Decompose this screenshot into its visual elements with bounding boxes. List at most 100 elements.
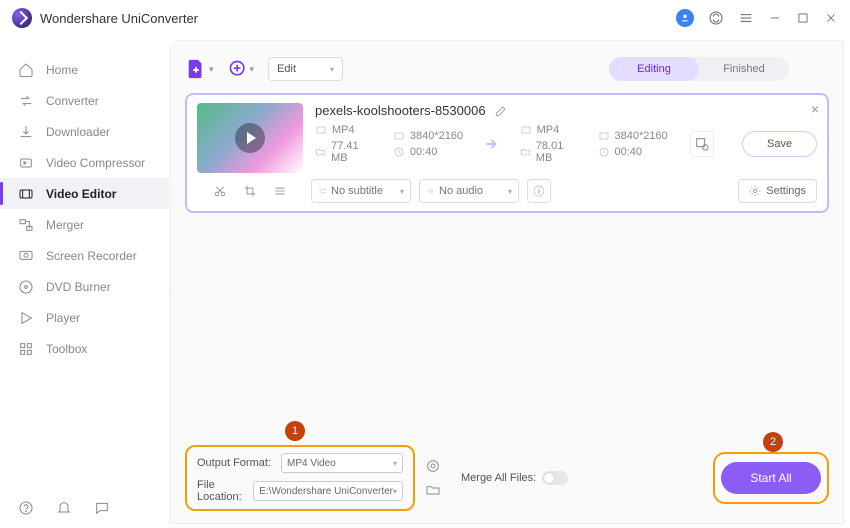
footer: 1 Output Format: MP4 Video▾ File Locatio… [185,445,829,511]
edit-dropdown-label: Edit [277,63,296,75]
dst-format: MP4 [520,124,580,136]
feedback-icon[interactable] [94,500,110,516]
sidebar: Home Converter Downloader Video Compress… [0,36,170,528]
open-folder-icon[interactable] [425,482,441,498]
folder-icon [315,146,326,158]
account-icon[interactable] [676,9,694,27]
src-size: 77.41 MB [315,140,375,164]
merge-label: Merge All Files: [461,472,536,484]
output-format-label: Output Format: [197,457,275,469]
subtitle-dropdown[interactable]: No subtitle▾ [311,179,411,203]
dst-duration: 00:40 [598,146,668,158]
chevron-down-icon: ▾ [250,64,255,75]
info-button[interactable]: ⓘ [527,179,551,203]
video-item-card: × pexels-koolshooters-8530006 MP4 77.41 … [185,93,829,213]
crop-icon[interactable] [243,184,257,198]
add-url-icon [228,59,248,79]
sidebar-item-label: Downloader [46,125,110,139]
output-format-dropdown[interactable]: MP4 Video▾ [281,453,403,473]
output-settings-group: Output Format: MP4 Video▾ File Location:… [185,445,415,511]
converter-icon [18,93,34,109]
audio-icon [426,186,436,196]
folder-icon [520,146,531,158]
save-button[interactable]: Save [742,131,817,157]
recorder-icon [18,248,34,264]
dvd-icon [18,279,34,295]
help-icon[interactable] [18,500,34,516]
rename-icon[interactable] [494,104,508,118]
tab-finished[interactable]: Finished [699,57,789,81]
sidebar-item-video-editor[interactable]: Video Editor [0,178,169,209]
merge-toggle[interactable] [542,471,568,485]
support-icon[interactable] [708,10,724,26]
sidebar-item-toolbox[interactable]: Toolbox [0,333,169,364]
src-format: MP4 [315,124,375,136]
play-icon [235,123,265,153]
subtitle-icon [318,186,328,196]
editor-icon [18,186,34,202]
main-panel: ▾ ▾ Edit▾ Editing Finished × pexels-kool… [170,40,844,524]
app-logo-icon [12,8,32,28]
maximize-button[interactable] [796,11,810,25]
notifications-icon[interactable] [56,500,72,516]
audio-dropdown[interactable]: No audio▾ [419,179,519,203]
home-icon [18,62,34,78]
compress-icon [18,155,34,171]
settings-button[interactable]: Settings [738,179,817,203]
close-button[interactable] [824,11,838,25]
sidebar-item-downloader[interactable]: Downloader [0,116,169,147]
sidebar-item-converter[interactable]: Converter [0,85,169,116]
sidebar-item-label: Player [46,311,80,325]
sidebar-item-label: Toolbox [46,342,87,356]
titlebar: Wondershare UniConverter [0,0,850,36]
resolution-icon [598,130,610,142]
preset-icon [694,136,710,152]
dst-resolution: 3840*2160 [598,130,668,142]
sidebar-item-compressor[interactable]: Video Compressor [0,147,169,178]
toolbox-icon [18,341,34,357]
clock-icon [598,146,610,158]
output-settings-icon[interactable] [425,458,441,474]
annotation-1: 1 [285,421,305,441]
more-icon[interactable] [273,184,287,198]
sidebar-item-label: Screen Recorder [46,249,137,263]
toolbar: ▾ ▾ Edit▾ Editing Finished [185,49,829,89]
sidebar-item-home[interactable]: Home [0,54,169,85]
start-group: 2 Start All [713,452,829,504]
tab-editing[interactable]: Editing [609,57,699,81]
format-icon [315,124,327,136]
sidebar-item-label: DVD Burner [46,280,111,294]
src-duration: 00:40 [393,146,463,158]
merger-icon [18,217,34,233]
sidebar-item-dvd-burner[interactable]: DVD Burner [0,271,169,302]
sidebar-item-label: Video Compressor [46,156,145,170]
gear-icon [749,185,761,197]
minimize-button[interactable] [768,11,782,25]
edit-dropdown[interactable]: Edit▾ [268,57,343,81]
add-file-button[interactable]: ▾ [185,58,214,80]
status-tabs: Editing Finished [609,57,789,81]
output-preset-button[interactable] [690,131,714,157]
add-file-icon [185,58,207,80]
file-location-dropdown[interactable]: E:\Wondershare UniConverter▾ [253,481,403,501]
clock-icon [393,146,405,158]
download-icon [18,124,34,140]
add-url-button[interactable]: ▾ [228,59,255,79]
sidebar-item-label: Converter [46,94,99,108]
src-resolution: 3840*2160 [393,130,463,142]
arrow-right-icon [481,133,502,155]
format-icon [520,124,532,136]
trim-icon[interactable] [213,184,227,198]
video-thumbnail[interactable] [197,103,303,173]
start-all-button[interactable]: Start All [721,462,821,494]
sidebar-item-label: Merger [46,218,84,232]
menu-icon[interactable] [738,10,754,26]
player-icon [18,310,34,326]
app-title: Wondershare UniConverter [40,11,198,26]
sidebar-item-screen-recorder[interactable]: Screen Recorder [0,240,169,271]
video-filename: pexels-koolshooters-8530006 [315,103,486,118]
sidebar-item-player[interactable]: Player [0,302,169,333]
sidebar-item-merger[interactable]: Merger [0,209,169,240]
chevron-down-icon: ▾ [209,64,214,75]
remove-item-button[interactable]: × [811,101,819,117]
